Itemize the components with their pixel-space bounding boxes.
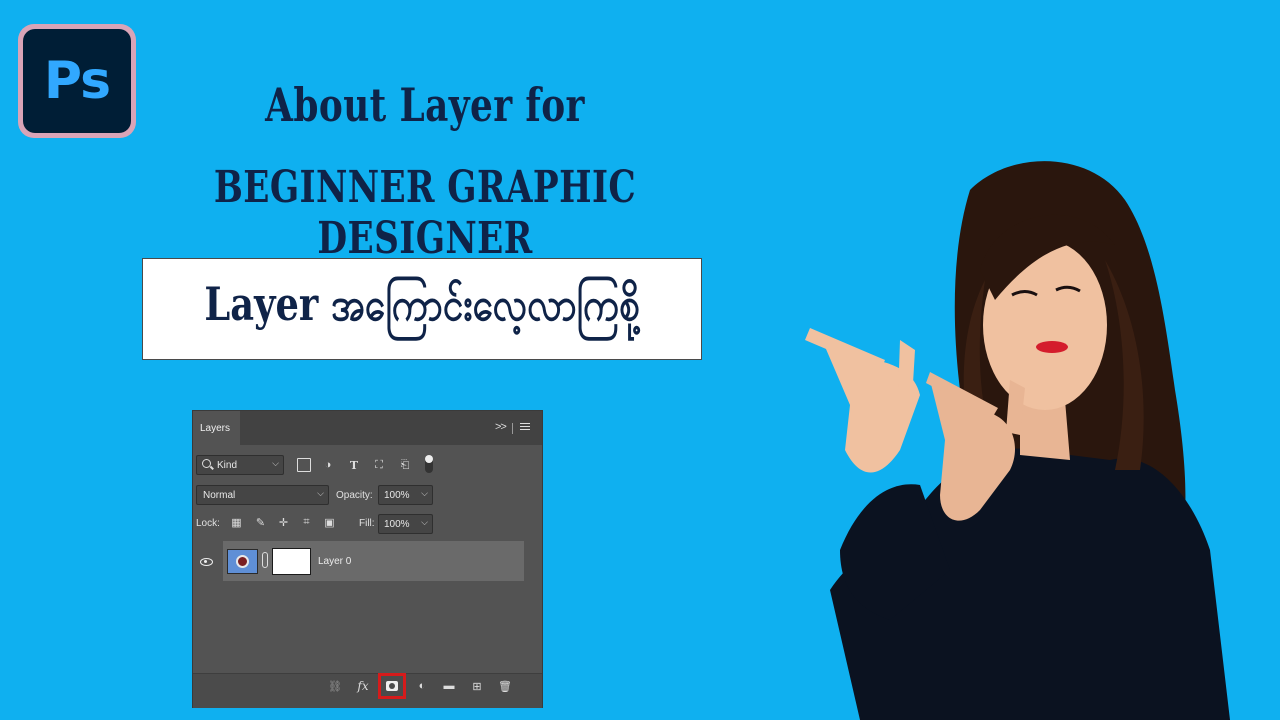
photoshop-logo-inner: Ps	[23, 29, 131, 133]
chevron-down-icon: ⌵	[421, 488, 428, 498]
lock-all-icon[interactable]: ▣	[323, 516, 336, 529]
lock-transparent-icon[interactable]: ▦	[230, 516, 243, 529]
title-line-2: BEGINNER GRAPHIC DESIGNER	[213, 162, 637, 264]
panel-menu-icon[interactable]	[520, 423, 530, 432]
tab-layers[interactable]: Layers	[193, 411, 240, 445]
fill-field[interactable]: 100% ⌵	[378, 514, 433, 534]
search-icon	[202, 459, 211, 468]
lock-image-icon[interactable]: ✎	[254, 516, 267, 529]
adjustment-layer-icon[interactable]: ◐	[415, 679, 429, 693]
add-mask-icon	[386, 681, 398, 691]
trash-icon[interactable]: 🗑	[498, 679, 512, 693]
visibility-eye-icon[interactable]	[200, 558, 213, 566]
fx-icon[interactable]: fx	[356, 679, 370, 693]
group-folder-icon[interactable]: ▬	[442, 679, 456, 693]
photoshop-logo: Ps	[18, 24, 136, 138]
adjustment-filter-icon[interactable]: ◑	[321, 458, 335, 472]
layer-row[interactable]	[223, 541, 524, 581]
chevron-down-icon: ⌵	[317, 488, 324, 498]
blend-mode-select[interactable]: Normal ⌵	[196, 485, 329, 505]
layers-panel: Layers >> Kind ⌵ ◑ T ⛶ ⎗ Normal ⌵ Opacit…	[192, 410, 543, 708]
filter-toggle[interactable]	[425, 455, 433, 473]
photoshop-logo-text: Ps	[43, 51, 111, 111]
presenter-photo	[805, 161, 1230, 720]
fill-label: Fill:	[359, 518, 375, 529]
banner-box: Layer အကြောင်းလေ့လာကြစို့	[142, 258, 702, 360]
opacity-field[interactable]: 100% ⌵	[378, 485, 433, 505]
blend-mode-value: Normal	[203, 489, 236, 501]
fill-value: 100%	[384, 518, 410, 530]
mask-link-icon[interactable]	[262, 552, 268, 568]
link-layers-icon[interactable]: ⛓	[328, 679, 342, 693]
lock-artboard-icon[interactable]: ⌗	[300, 516, 313, 529]
add-mask-button[interactable]	[378, 673, 406, 699]
kind-filter-label: Kind	[217, 459, 238, 471]
chevron-down-icon: ⌵	[421, 517, 428, 527]
new-layer-icon[interactable]: ⊞	[470, 679, 484, 693]
collapse-panel-icon[interactable]: >>	[495, 421, 507, 433]
layer-mask-thumbnail[interactable]	[272, 548, 311, 575]
lock-label: Lock:	[196, 518, 220, 529]
opacity-label: Opacity:	[336, 490, 373, 501]
shape-filter-icon[interactable]: ⛶	[372, 458, 386, 472]
kind-filter-dropdown[interactable]: Kind ⌵	[196, 455, 284, 475]
layer-name[interactable]: Layer 0	[318, 556, 351, 567]
banner-text: Layer အကြောင်းလေ့လာကြစို့	[204, 276, 640, 331]
lock-position-icon[interactable]: ✛	[277, 516, 290, 529]
title-line-1: About Layer for	[265, 78, 585, 132]
panel-tab-bar: Layers >>	[193, 411, 542, 445]
layer-thumbnail[interactable]	[227, 549, 258, 574]
smart-object-filter-icon[interactable]: ⎗	[398, 458, 412, 472]
opacity-value: 100%	[384, 489, 410, 501]
type-filter-icon[interactable]: T	[347, 458, 361, 472]
panel-separator	[512, 423, 513, 434]
chevron-down-icon: ⌵	[272, 458, 279, 468]
image-filter-icon[interactable]	[297, 458, 311, 472]
